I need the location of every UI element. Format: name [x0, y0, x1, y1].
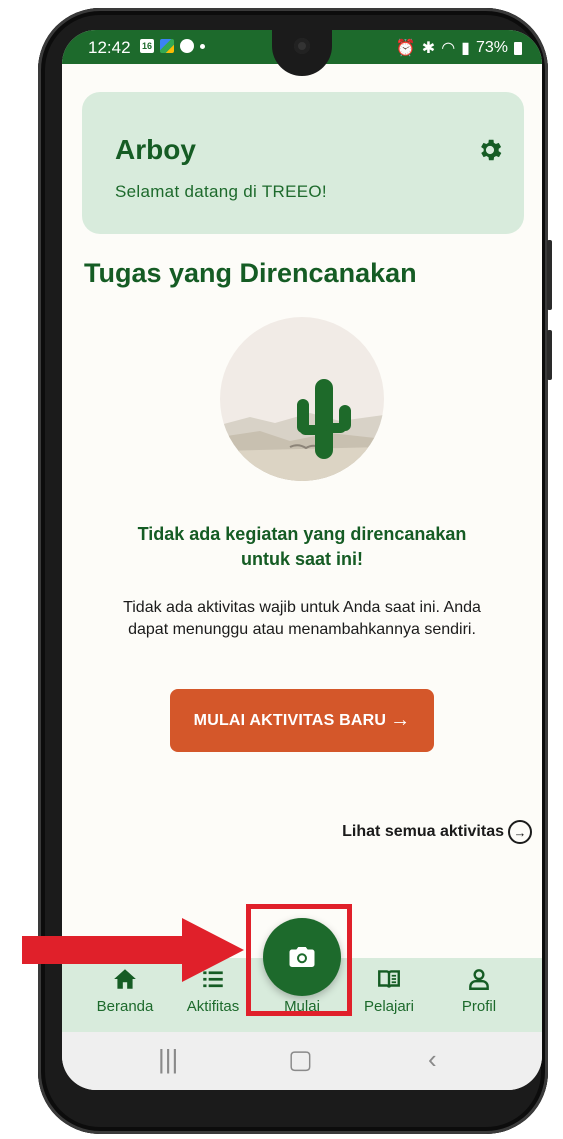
gear-icon[interactable]	[476, 136, 504, 164]
system-navigation-bar: ||| ▢ ‹	[62, 1032, 542, 1090]
book-icon	[378, 970, 400, 988]
start-new-activity-button[interactable]: MULAI AKTIVITAS BARU →	[170, 689, 434, 752]
welcome-text: Selamat datang di TREEO!	[115, 182, 327, 201]
arrow-right-icon: →	[390, 709, 411, 731]
recent-apps-icon[interactable]: |||	[158, 1044, 178, 1075]
see-all-label: Lihat semua aktivitas	[342, 823, 504, 840]
status-time: 12:42	[88, 38, 131, 57]
battery-icon	[514, 41, 522, 55]
maps-icon	[160, 39, 174, 53]
cactus-illustration	[220, 317, 384, 481]
nav-label-aktifitas: Aktifitas	[186, 998, 240, 1015]
battery-percent: 73%	[475, 39, 508, 56]
highlight-box	[246, 904, 352, 1016]
camera-lens	[294, 38, 310, 54]
home-button-icon[interactable]: ▢	[288, 1044, 313, 1075]
empty-state-title: Tidak ada kegiatan yang direncanakan unt…	[137, 524, 467, 569]
welcome-card: Arboy Selamat datang di TREEO!	[82, 92, 524, 234]
page-title: Tugas yang Direncanakan	[84, 258, 417, 288]
nav-item-profil[interactable]: Profil	[434, 966, 524, 1015]
status-bar: 12:42 16 ⏰ ✱ ◠ ▮ 73%	[62, 30, 542, 76]
nav-label-beranda: Beranda	[96, 998, 154, 1015]
nav-label-pelajari: Pelajari	[363, 998, 415, 1015]
bluetooth-icon: ✱	[421, 40, 436, 57]
alarm-icon: ⏰	[395, 40, 416, 57]
person-icon	[469, 969, 489, 990]
signal-icon: ▮	[461, 40, 470, 57]
see-all-activities-link[interactable]: Lihat semua aktivitas →	[342, 820, 532, 844]
system-icons: ⏰ ✱ ◠ ▮ 73%	[396, 38, 522, 58]
calendar-icon: 16	[140, 39, 154, 53]
camera-notch	[272, 30, 332, 76]
circle-arrow-icon: →	[508, 820, 532, 844]
chat-icon	[180, 39, 194, 53]
more-notifications-dot	[200, 43, 205, 49]
wifi-icon: ◠	[441, 40, 456, 57]
empty-state-description: Tidak ada aktivitas wajib untuk Anda saa…	[123, 599, 481, 638]
notification-icons: 16	[140, 39, 205, 53]
start-button-label: MULAI AKTIVITAS BARU	[193, 711, 387, 729]
nav-label-profil: Profil	[461, 998, 497, 1015]
volume-button	[547, 240, 552, 310]
calendar-badge: 16	[141, 41, 152, 51]
back-icon[interactable]: ‹	[428, 1044, 437, 1075]
user-name: Arboy	[115, 134, 196, 165]
power-button	[547, 330, 552, 380]
nav-item-pelajari[interactable]: Pelajari	[344, 966, 434, 1015]
pointer-arrow-icon	[22, 918, 244, 982]
